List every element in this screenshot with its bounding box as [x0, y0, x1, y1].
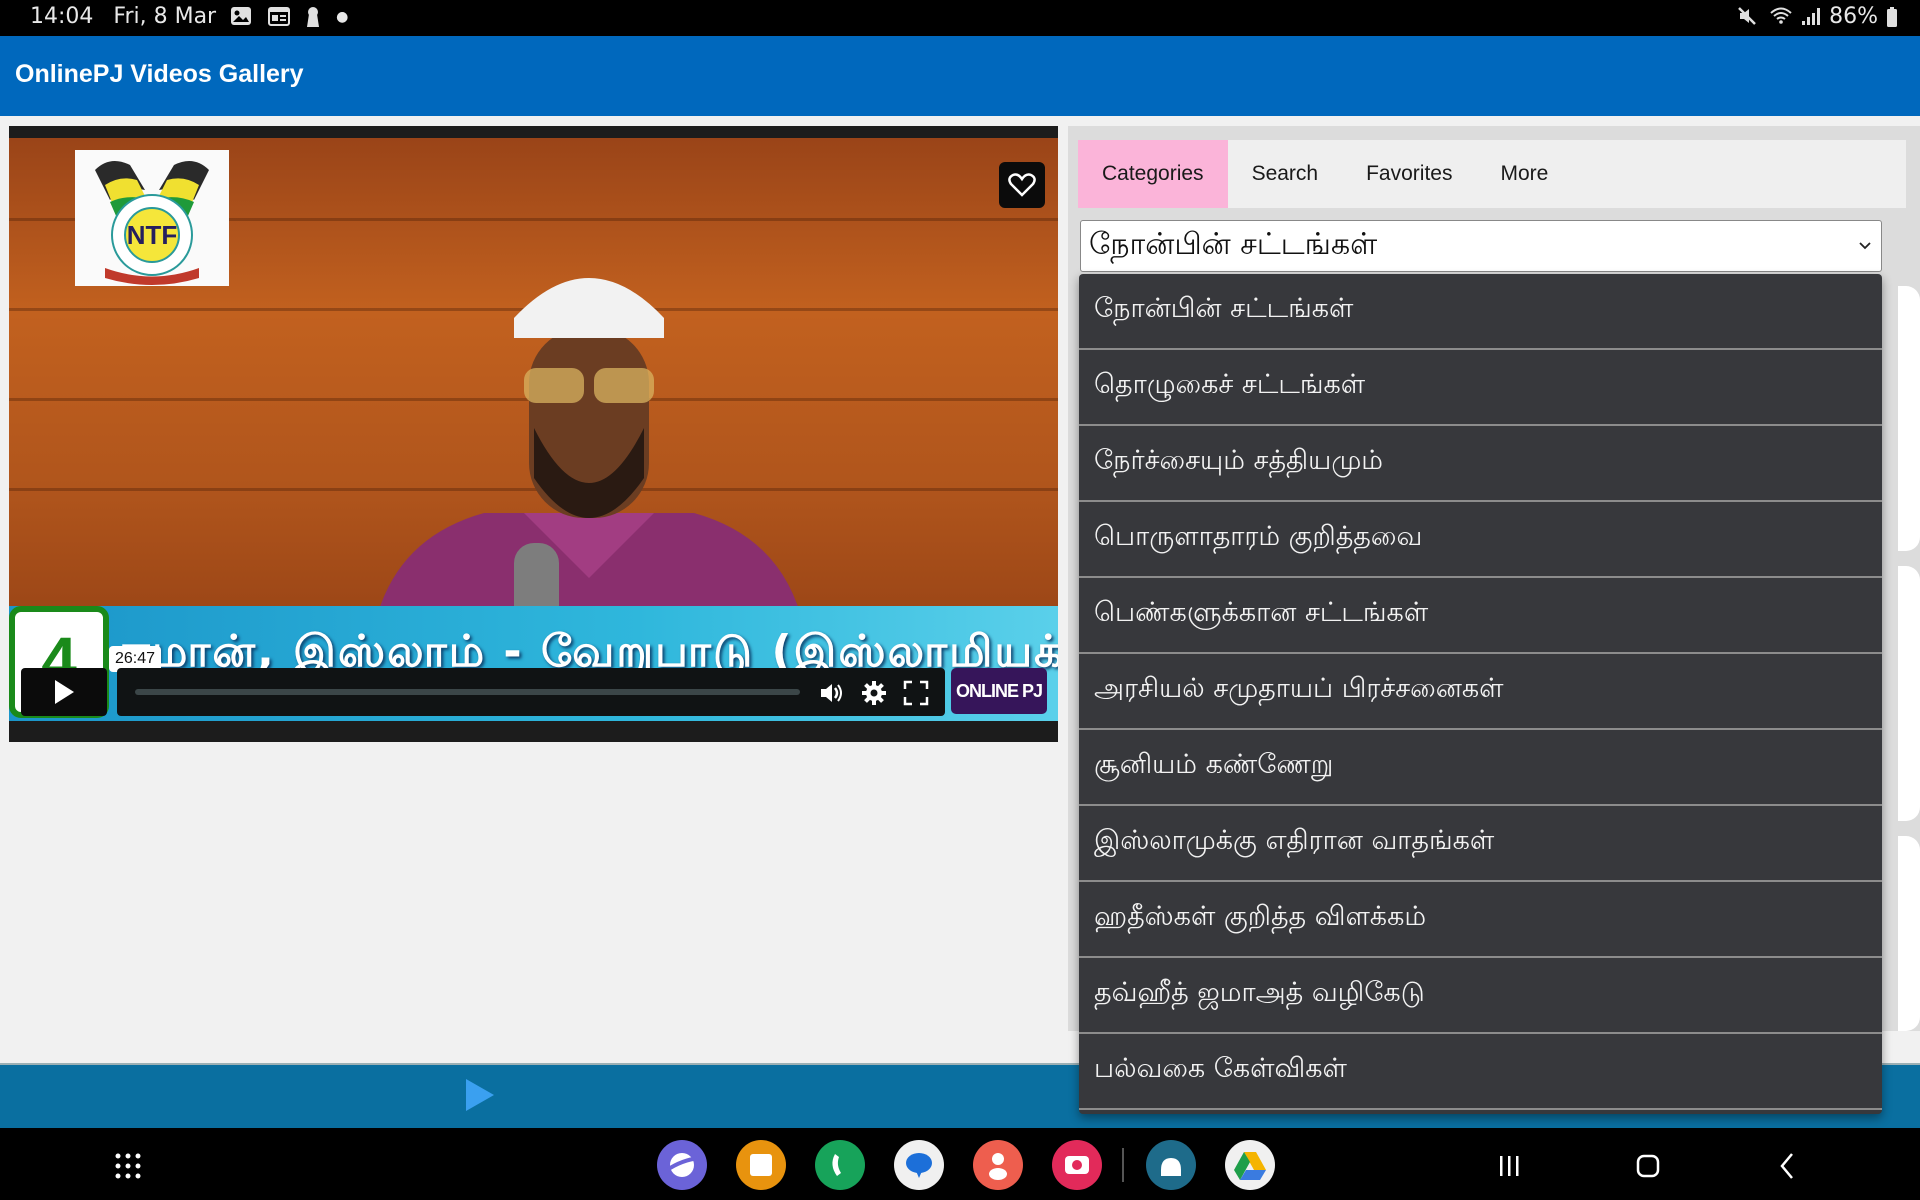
calendar-news-icon	[268, 6, 292, 28]
contacts-app-icon[interactable]	[973, 1140, 1023, 1190]
settings-button[interactable]	[861, 680, 887, 706]
app-title: OnlinePJ Videos Gallery	[15, 60, 304, 88]
clock: 14:04	[30, 4, 94, 29]
dock-separator	[1122, 1148, 1124, 1182]
dropdown-option[interactable]: அரசியல் சமுதாயப் பிரச்சனைகள்	[1079, 654, 1882, 730]
google-drive-app-icon[interactable]	[1225, 1140, 1275, 1190]
dot-icon: ●	[336, 8, 349, 25]
grid-icon	[115, 1153, 141, 1179]
battery-icon	[1886, 6, 1900, 28]
category-dropdown-list: நோன்பின் சட்டங்கள் தொழுகைச் சட்டங்கள் நே…	[1079, 274, 1882, 1114]
gallery-icon	[230, 6, 254, 28]
messages-app-icon[interactable]	[894, 1140, 944, 1190]
signal-icon	[1801, 6, 1821, 28]
play-button[interactable]	[21, 668, 107, 716]
tab-bar: Categories Search Favorites More	[1078, 140, 1906, 208]
video-card	[1898, 566, 1920, 821]
seek-bar[interactable]	[135, 689, 800, 695]
volume-icon	[821, 684, 842, 702]
dropdown-option[interactable]: தவ்ஹீத் ஜமாஅத் வழிகேடு	[1079, 958, 1882, 1034]
battery-percent: 86%	[1829, 4, 1878, 29]
dropdown-option[interactable]: நோன்பின் சட்டங்கள்	[1079, 274, 1882, 350]
banner-play-icon[interactable]	[466, 1079, 494, 1111]
keyhole-icon	[306, 6, 322, 28]
app-bar: OnlinePJ Videos Gallery	[0, 36, 1920, 116]
video-thumbnail-person	[374, 278, 804, 628]
play-icon	[55, 680, 74, 704]
dropdown-option[interactable]: இஸ்லாமுக்கு எதிரான வாதங்கள்	[1079, 806, 1882, 882]
video-card	[1898, 286, 1920, 551]
online-pj-badge[interactable]: ONLINE PJ	[951, 668, 1047, 714]
wifi-icon	[1769, 6, 1793, 28]
video-player[interactable]: NTF 4 ஈமான், இஸ்லாம் - வேறுபாடு (இஸ்லாமி…	[9, 126, 1058, 742]
system-nav-bar	[0, 1128, 1920, 1200]
tab-more[interactable]: More	[1476, 140, 1572, 208]
phone-app-icon[interactable]	[815, 1140, 865, 1190]
dropdown-option[interactable]: பல்வகை கேள்விகள்	[1079, 1034, 1882, 1110]
recents-icon	[1500, 1156, 1519, 1176]
volume-button[interactable]	[819, 680, 845, 706]
ntf-logo: NTF	[75, 150, 229, 286]
internet-app-icon[interactable]	[657, 1140, 707, 1190]
recents-button[interactable]	[1490, 1146, 1530, 1186]
android-dev-app-icon[interactable]	[1146, 1140, 1196, 1190]
dropdown-option[interactable]: நேர்ச்சையும் சத்தியமும்	[1079, 426, 1882, 502]
tab-favorites[interactable]: Favorites	[1342, 140, 1476, 208]
app-drawer-button[interactable]	[108, 1146, 148, 1186]
tab-categories[interactable]: Categories	[1078, 140, 1228, 208]
dropdown-option[interactable]: ஹதீஸ்கள் குறித்த விளக்கம்	[1079, 882, 1882, 958]
back-button[interactable]	[1768, 1146, 1808, 1186]
mute-icon	[1737, 6, 1761, 28]
dropdown-option[interactable]: தொழுகைச் சட்டங்கள்	[1079, 350, 1882, 426]
video-frame[interactable]: NTF 4 ஈமான், இஸ்லாம் - வேறுபாடு (இஸ்லாமி…	[9, 138, 1058, 721]
camera-app-icon[interactable]	[1052, 1140, 1102, 1190]
home-icon	[1636, 1154, 1660, 1178]
fullscreen-icon	[903, 680, 929, 706]
fullscreen-button[interactable]	[903, 680, 929, 706]
dropdown-option[interactable]: பெண்களுக்கான சட்டங்கள்	[1079, 578, 1882, 654]
heart-icon	[1008, 173, 1036, 197]
category-select[interactable]: நோன்பின் சட்டங்கள்	[1080, 220, 1882, 272]
date: Fri, 8 Mar	[113, 4, 217, 29]
favorite-button[interactable]	[999, 162, 1045, 208]
dropdown-option[interactable]: பொருளாதாரம் குறித்தவை	[1079, 502, 1882, 578]
category-select-value: நோன்பின் சட்டங்கள்	[1089, 227, 1378, 262]
back-icon	[1780, 1153, 1793, 1179]
home-button[interactable]	[1628, 1146, 1668, 1186]
video-card	[1898, 836, 1920, 1031]
my-files-app-icon[interactable]	[736, 1140, 786, 1190]
dropdown-option[interactable]: சூனியம் கண்ணேறு	[1079, 730, 1882, 806]
chevron-down-icon	[1859, 242, 1871, 250]
settings-icon	[862, 681, 886, 705]
video-control-bar	[117, 668, 945, 716]
tab-search[interactable]: Search	[1228, 140, 1343, 208]
logo-text: NTF	[127, 220, 178, 250]
status-bar: 14:04 Fri, 8 Mar ● 86%	[0, 0, 1920, 36]
